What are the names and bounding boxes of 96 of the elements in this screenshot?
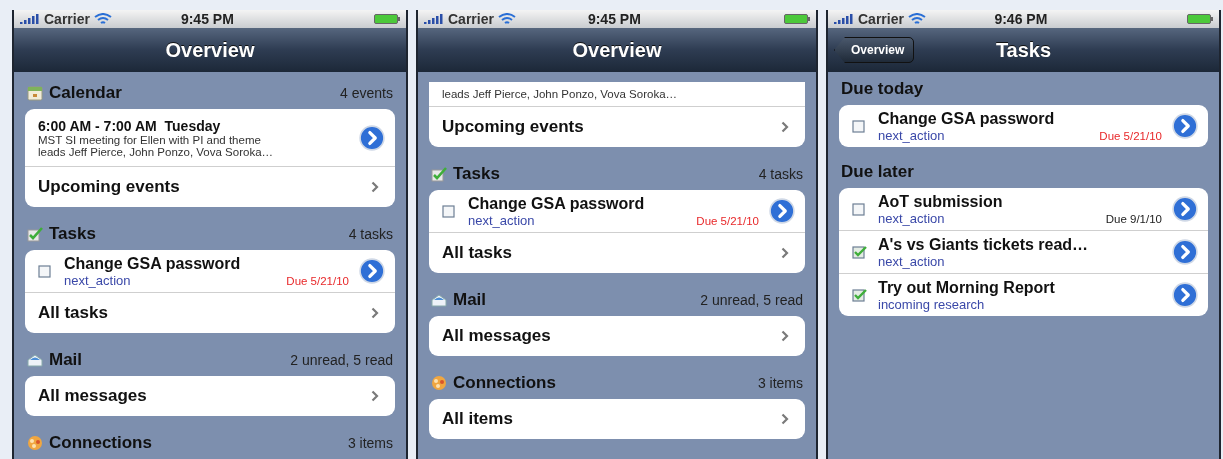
task-list-name: incoming research: [878, 296, 985, 312]
checkmark-box-icon: [27, 226, 43, 242]
wifi-icon: [93, 13, 112, 25]
envelope-icon: [27, 352, 43, 368]
disclosure-icon[interactable]: [1172, 282, 1198, 308]
envelope-icon: [431, 292, 447, 308]
list-row[interactable]: Upcoming events: [25, 166, 395, 207]
event-description-line: MST SI meeting for Ellen with PI and theme: [38, 133, 262, 146]
section-title: Connections: [49, 433, 152, 453]
task-list-name: next_action: [468, 212, 535, 228]
event-time: 6:00 AM - 7:00 AM Tuesday: [38, 117, 222, 134]
row-label: All messages: [38, 386, 147, 406]
due-date: Due 9/1/10: [1105, 212, 1162, 225]
list-row[interactable]: All tasks: [429, 232, 805, 273]
chevron-icon: [371, 307, 379, 319]
section-title: Mail: [453, 290, 487, 310]
task-title: Try out Morning Report: [878, 278, 1056, 297]
due-date: Due 5/21/10: [696, 214, 759, 227]
event-description-line: leads Jeff Pierce, John Ponzo, Vova Soroka…: [442, 88, 678, 100]
disclosure-icon[interactable]: [359, 258, 385, 284]
checkbox[interactable]: [852, 202, 868, 216]
list-row[interactable]: All messages: [25, 376, 395, 416]
chevron-icon: [781, 247, 789, 259]
section-title: Calendar: [49, 83, 122, 103]
disclosure-icon[interactable]: [1172, 196, 1198, 222]
section-count: 3 items: [757, 375, 803, 391]
chevron-icon: [781, 330, 789, 342]
battery-icon: [374, 14, 400, 24]
list-row[interactable]: All items: [429, 399, 805, 439]
checkbox[interactable]: [852, 119, 868, 133]
checkmark-box-icon: [431, 166, 447, 182]
back-button[interactable]: Overview: [834, 37, 915, 63]
calendar-icon: [27, 85, 43, 101]
screen-title: Overview: [165, 38, 255, 62]
screen-title: Overview: [572, 38, 662, 62]
screen-title: Tasks: [995, 38, 1052, 62]
section-title: Due later: [841, 162, 914, 182]
task-list-name: next_action: [878, 253, 945, 269]
signal-icon: [424, 14, 444, 24]
status-time: 9:45 PM: [587, 11, 641, 27]
row-label: All tasks: [38, 303, 108, 323]
task-list-name: next_action: [878, 127, 945, 143]
task-list-name: next_action: [64, 272, 131, 288]
disclosure-icon[interactable]: [769, 198, 795, 224]
checked-checkbox[interactable]: [852, 245, 868, 259]
wifi-icon: [497, 13, 516, 25]
row-label: Upcoming events: [442, 117, 584, 137]
signal-icon: [20, 14, 40, 24]
task-title: Change GSA password: [64, 254, 242, 273]
carrier-label: Carrier: [448, 11, 494, 27]
chevron-icon: [781, 121, 789, 133]
section-title: Tasks: [49, 224, 96, 244]
disclosure-icon[interactable]: [1172, 239, 1198, 265]
row-label: All tasks: [442, 243, 512, 263]
task-title: Change GSA password: [878, 109, 1056, 128]
section-title: Tasks: [453, 164, 500, 184]
connections-icon: [431, 375, 447, 391]
section-count: 2 unread, 5 read: [700, 292, 803, 308]
checkbox[interactable]: [442, 204, 458, 218]
battery-icon: [1187, 14, 1213, 24]
chevron-icon: [371, 181, 379, 193]
section-count: 4 tasks: [758, 166, 803, 182]
chevron-icon: [371, 390, 379, 402]
section-title: Mail: [49, 350, 83, 370]
checkbox[interactable]: [38, 264, 54, 278]
row-label: All messages: [442, 326, 551, 346]
signal-icon: [834, 14, 854, 24]
status-time: 9:46 PM: [994, 11, 1048, 27]
list-row[interactable]: Upcoming events: [429, 106, 805, 147]
task-title: A's vs Giants tickets read…: [878, 235, 1090, 254]
task-list-name: next_action: [878, 210, 945, 226]
row-label: All items: [442, 409, 513, 429]
section-count: 4 events: [340, 85, 393, 101]
event-description-line: leads Jeff Pierce, John Ponzo, Vova Soroka…: [38, 145, 275, 158]
battery-icon: [784, 14, 810, 24]
disclosure-icon[interactable]: [1172, 113, 1198, 139]
list-row[interactable]: All messages: [429, 316, 805, 356]
section-count: 2 unread, 5 read: [290, 352, 393, 368]
chevron-icon: [781, 413, 789, 425]
section-count: 4 tasks: [348, 226, 393, 242]
carrier-label: Carrier: [858, 11, 904, 27]
due-date: Due 5/21/10: [286, 274, 349, 287]
section-count: 3 items: [347, 435, 393, 451]
connections-icon: [27, 435, 43, 451]
due-date: Due 5/21/10: [1099, 129, 1162, 142]
section-title: Due today: [841, 79, 924, 99]
checked-checkbox[interactable]: [852, 288, 868, 302]
wifi-icon: [907, 13, 926, 25]
task-title: Change GSA password: [468, 194, 646, 213]
disclosure-icon[interactable]: [359, 124, 385, 151]
status-time: 9:45 PM: [180, 11, 234, 27]
task-title: AoT submission: [878, 192, 1004, 211]
row-label: Upcoming events: [38, 177, 180, 197]
carrier-label: Carrier: [44, 11, 90, 27]
list-row[interactable]: All tasks: [25, 292, 395, 333]
section-title: Connections: [453, 373, 556, 393]
